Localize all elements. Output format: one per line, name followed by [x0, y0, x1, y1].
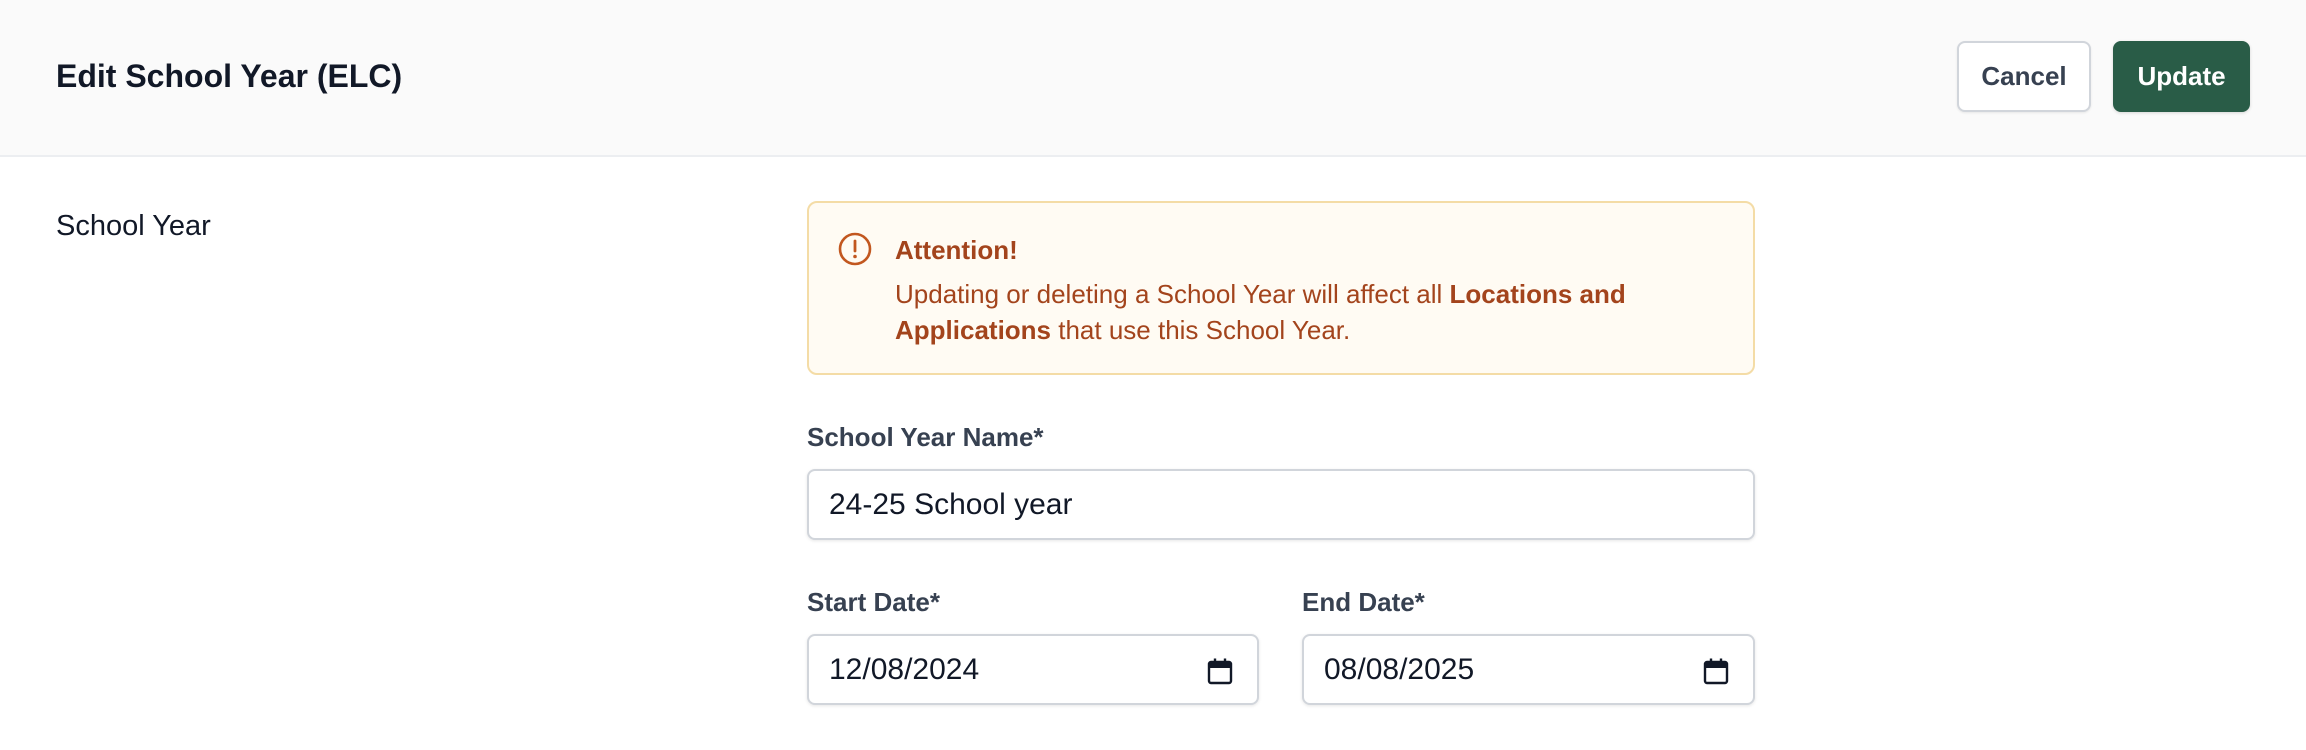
section-label: School Year	[56, 210, 211, 242]
alert-message-suffix: that use this School Year.	[1051, 315, 1351, 345]
start-date-value: 12/08/2024	[829, 652, 980, 686]
page-title: Edit School Year (ELC)	[56, 58, 403, 94]
start-date-label: Start Date*	[807, 587, 940, 617]
cancel-button[interactable]: Cancel	[1957, 41, 2091, 112]
end-date-label: End Date*	[1302, 587, 1425, 617]
update-button[interactable]: Update	[2113, 41, 2250, 112]
school-year-name-input[interactable]: 24-25 School year	[807, 469, 1755, 540]
end-date-input[interactable]: 08/08/2025	[1302, 634, 1755, 705]
calendar-icon[interactable]	[1703, 657, 1729, 685]
end-date-value: 08/08/2025	[1324, 652, 1475, 686]
attention-alert: Attention! Updating or deleting a School…	[807, 201, 1755, 375]
alert-message: Updating or deleting a School Year will …	[895, 276, 1715, 348]
school-year-name-value: 24-25 School year	[829, 487, 1073, 521]
alert-message-prefix: Updating or deleting a School Year will …	[895, 279, 1450, 309]
school-year-name-label: School Year Name*	[807, 422, 1044, 452]
alert-title: Attention!	[895, 235, 1018, 265]
start-date-input[interactable]: 12/08/2024	[807, 634, 1259, 705]
calendar-icon[interactable]	[1207, 657, 1233, 685]
page-header: Edit School Year (ELC) Cancel Update	[0, 0, 2306, 157]
exclamation-circle-icon	[838, 232, 872, 266]
